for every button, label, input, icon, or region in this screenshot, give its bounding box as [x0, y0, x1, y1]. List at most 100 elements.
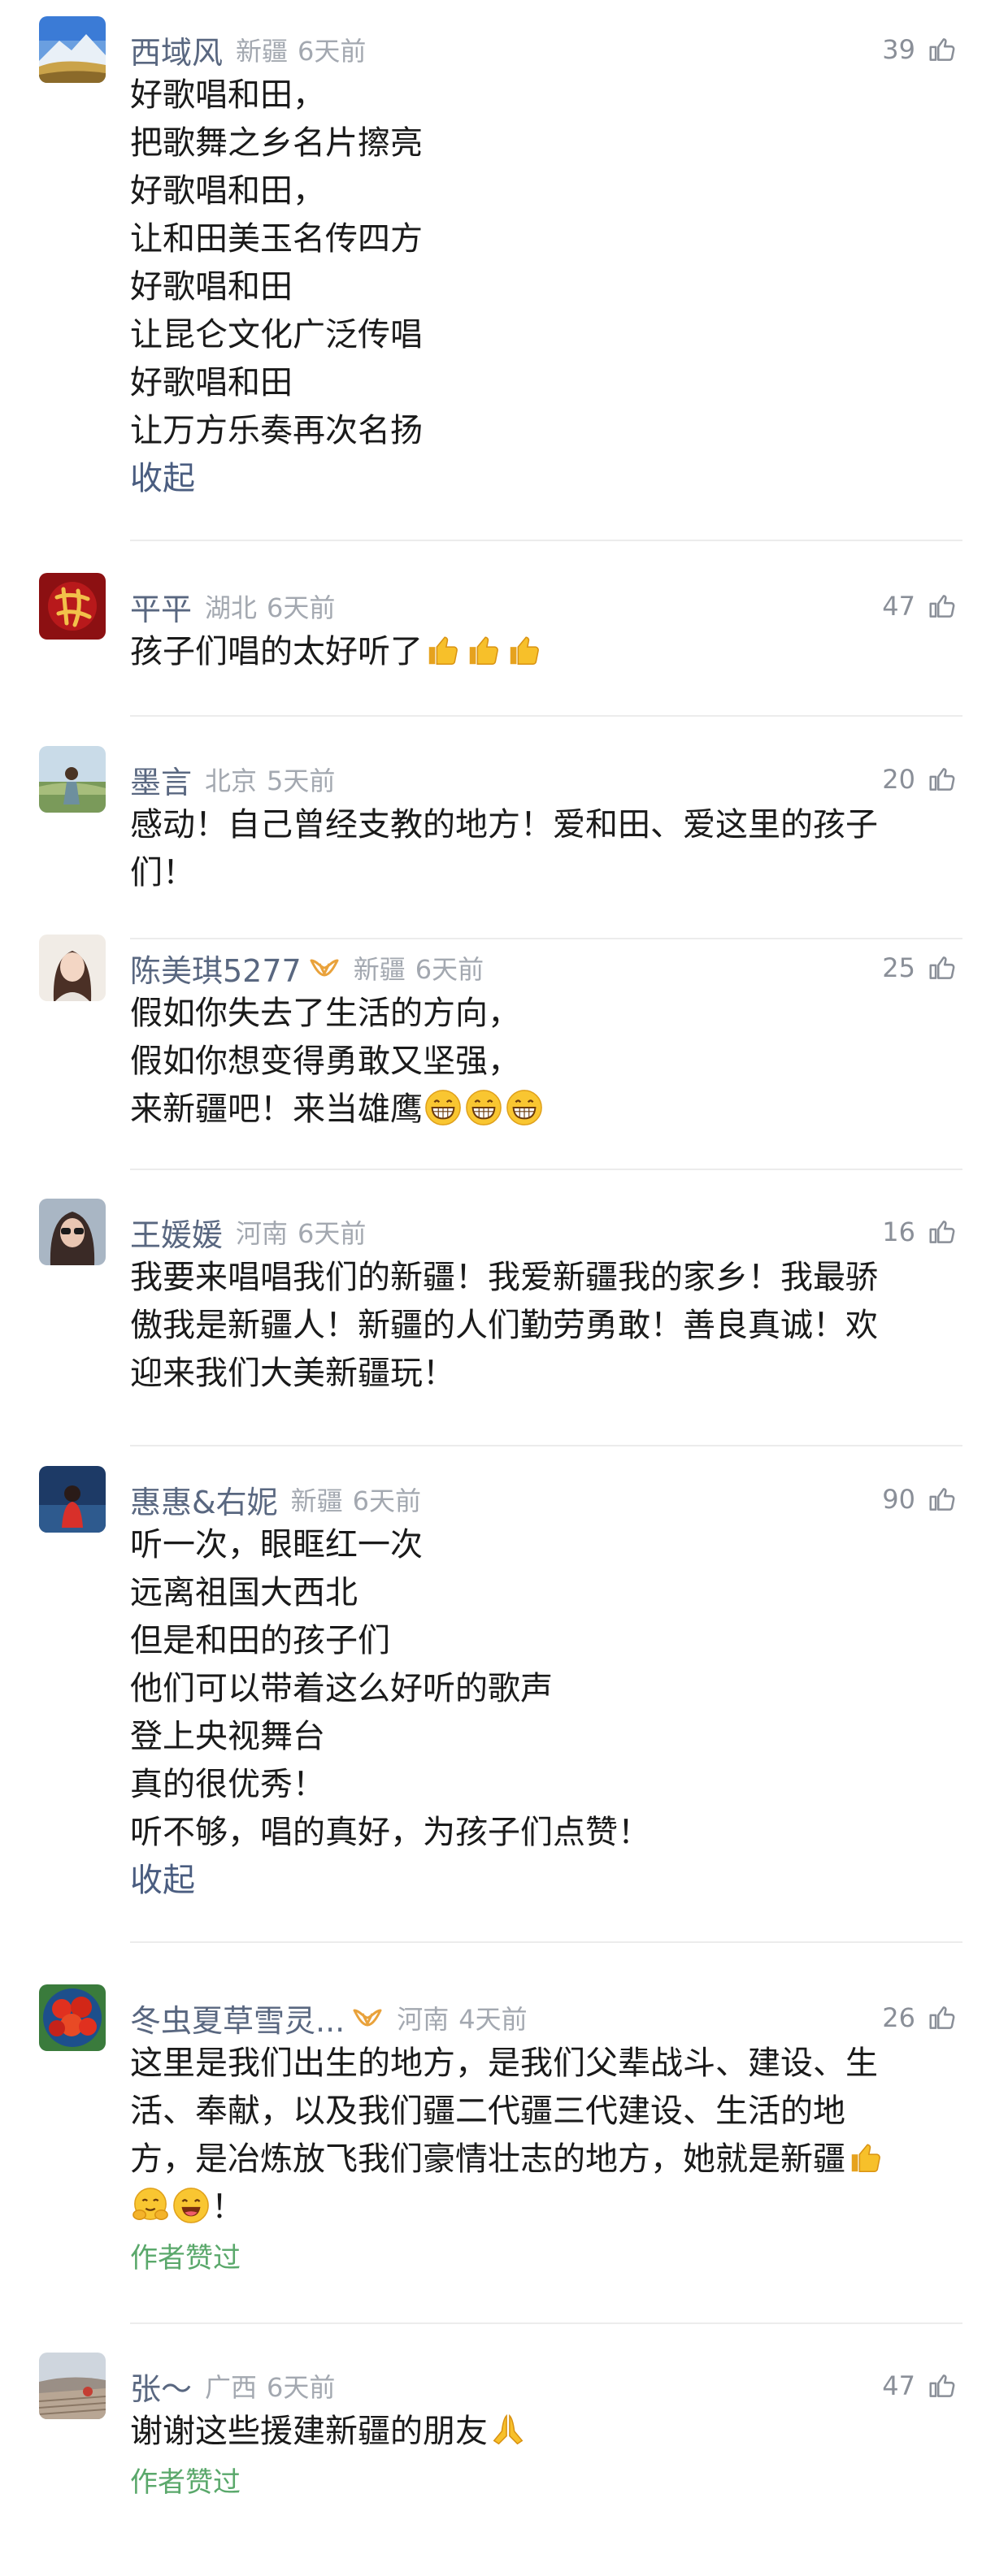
thumbs-up-icon — [927, 34, 958, 65]
thumbs-up-emoji-icon — [465, 631, 502, 669]
like-count: 25 — [882, 952, 915, 983]
comment-text: 听不够，唱的真好，为孩子们点赞！ — [130, 1814, 650, 1851]
comment-divider — [130, 2322, 962, 2324]
comment-text: 来新疆吧！来当雄鹰 — [130, 1091, 423, 1128]
pray-emoji-icon — [489, 2411, 527, 2448]
timestamp: 4天前 — [458, 2004, 528, 2035]
like-button[interactable]: 26 — [882, 2002, 958, 2033]
timestamp: 6天前 — [298, 1218, 367, 1249]
commenter-name[interactable]: 冬虫夏草雪灵... — [130, 1996, 345, 2040]
collapse-link[interactable]: 收起 — [130, 1857, 962, 1905]
location-label: 新疆 — [290, 1485, 343, 1516]
comment-line: 把歌舞之乡名片擦亮 — [130, 119, 962, 167]
comment-text: 我要来唱唱我们的新疆！我爱新疆我的家乡！我最骄 — [130, 1259, 878, 1296]
like-button[interactable]: 47 — [882, 2370, 958, 2401]
like-count: 47 — [882, 591, 915, 622]
like-button[interactable]: 47 — [882, 591, 958, 622]
comment-text: 迎来我们大美新疆玩！ — [130, 1355, 455, 1392]
location-label: 北京 — [205, 765, 258, 796]
comment-text: 孩子们唱的太好听了 — [130, 633, 423, 670]
location-label: 河南 — [397, 2004, 450, 2035]
comment-line: 方，是冶炼放飞我们豪情壮志的地方，她就是新疆 — [130, 2136, 962, 2184]
comment-body: 这里是我们出生的地方，是我们父辈战斗、建设、生 活、奉献，以及我们疆二代疆三代建设… — [130, 2040, 962, 2231]
comment-line: 好歌唱和田， — [130, 72, 962, 119]
comment-line: 假如你想变得勇敢又坚强， — [130, 1038, 962, 1086]
like-button[interactable]: 16 — [882, 1216, 958, 1247]
smile-emoji-icon — [172, 2187, 210, 2224]
commenter-name[interactable]: 西域风 — [130, 28, 223, 72]
comment-text: 真的很优秀！ — [130, 1766, 325, 1803]
commenter-name[interactable]: 平平 — [130, 584, 192, 629]
comment-text: 把歌舞之乡名片擦亮 — [130, 124, 423, 162]
avatar[interactable] — [39, 2353, 106, 2419]
thumbs-up-icon — [927, 952, 958, 983]
like-button[interactable]: 39 — [882, 34, 958, 65]
comment-line: 好歌唱和田 — [130, 359, 962, 407]
like-button[interactable]: 25 — [882, 952, 958, 983]
avatar[interactable] — [39, 1466, 106, 1533]
avatar[interactable] — [39, 1984, 106, 2051]
commenter-name[interactable]: 惠惠&右妮 — [130, 1477, 278, 1522]
comment-text: 登上央视舞台 — [130, 1718, 325, 1755]
comment-line: 感动！自己曾经支教的地方！爱和田、爱这里的孩子 — [130, 801, 962, 849]
comment-line: 这里是我们出生的地方，是我们父辈战斗、建设、生 — [130, 2040, 962, 2088]
avatar[interactable] — [39, 1199, 106, 1265]
comment-line: 好歌唱和田， — [130, 167, 962, 215]
commenter-name[interactable]: 王媛媛 — [130, 1210, 223, 1255]
comment-text: 假如你失去了生活的方向， — [130, 995, 520, 1032]
author-liked-label: 作者赞过 — [130, 2466, 241, 2499]
comment-item: 张～ 广西 6天前 47 谢谢这些援建新疆的朋友 作者赞过 — [0, 2353, 995, 2505]
thumbs-up-icon — [927, 2002, 958, 2033]
comment-line: 好歌唱和田 — [130, 263, 962, 311]
grin-emoji-icon — [424, 1089, 462, 1126]
thumbs-up-emoji-icon — [506, 631, 543, 669]
like-button[interactable]: 20 — [882, 764, 958, 795]
comment-line: 让万方乐奏再次名扬 — [130, 407, 962, 455]
comment-body: 好歌唱和田， 把歌舞之乡名片擦亮 好歌唱和田， 让和田美玉名传四方 好歌唱和田 让昆仑文化… — [130, 72, 962, 455]
comment-body: 假如你失去了生活的方向， 假如你想变得勇敢又坚强， 来新疆吧！来当雄鹰 — [130, 990, 962, 1134]
comment-text: 好歌唱和田， — [130, 172, 325, 210]
comment-text: 好歌唱和田， — [130, 76, 325, 114]
comment-divider — [130, 1445, 962, 1446]
like-count: 26 — [882, 2002, 915, 2033]
vip-badge-icon — [308, 957, 341, 978]
grin-emoji-icon — [465, 1089, 502, 1126]
commenter-name[interactable]: 张～ — [130, 2364, 192, 2409]
comment-item: 墨言 北京 5天前 20 感动！自己曾经支教的地方！爱和田、爱这里的孩子们！ — [0, 746, 995, 897]
comment-text: 们！ — [130, 854, 195, 891]
comment-line: 活、奉献，以及我们疆二代疆三代建设、生活的地 — [130, 2088, 962, 2136]
timestamp: 6天前 — [267, 592, 336, 623]
vip-badge-icon — [351, 2007, 384, 2028]
comment-text: 假如你想变得勇敢又坚强， — [130, 1043, 520, 1080]
comment-line: 我要来唱唱我们的新疆！我爱新疆我的家乡！我最骄 — [130, 1254, 962, 1302]
comment-text: 傲我是新疆人！新疆的人们勤劳勇敢！善良真诚！欢 — [130, 1307, 878, 1344]
author-liked-label: 作者赞过 — [130, 2242, 241, 2275]
comment-line: 们！ — [130, 849, 962, 897]
comment-text: 但是和田的孩子们 — [130, 1622, 390, 1659]
comment-text: 好歌唱和田 — [130, 364, 293, 401]
comment-body: 我要来唱唱我们的新疆！我爱新疆我的家乡！我最骄 傲我是新疆人！新疆的人们勤劳勇敢！… — [130, 1254, 962, 1398]
comment-line: 来新疆吧！来当雄鹰 — [130, 1086, 962, 1134]
comment-text: 他们可以带着这么好听的歌声 — [130, 1670, 553, 1707]
timestamp: 5天前 — [267, 765, 336, 796]
location-label: 广西 — [205, 2372, 258, 2403]
comment-line: 他们可以带着这么好听的歌声 — [130, 1665, 962, 1713]
avatar[interactable] — [39, 16, 106, 83]
avatar[interactable] — [39, 573, 106, 640]
comment-body: 听一次，眼眶红一次 远离祖国大西北 但是和田的孩子们他们可以带着这么好听的歌声 登上央… — [130, 1521, 962, 1857]
avatar[interactable] — [39, 746, 106, 813]
comment-divider — [130, 715, 962, 717]
comment-line: 让和田美玉名传四方 — [130, 215, 962, 263]
like-button[interactable]: 90 — [882, 1484, 958, 1515]
comment-divider — [130, 540, 962, 541]
comment-body: 感动！自己曾经支教的地方！爱和田、爱这里的孩子们！ — [130, 801, 962, 897]
commenter-name[interactable]: 陈美琪5277 — [130, 946, 302, 991]
avatar[interactable] — [39, 935, 106, 1001]
comment-text: 让万方乐奏再次名扬 — [130, 412, 423, 449]
comment-text: ！ — [211, 2188, 244, 2226]
comment-text: 远离祖国大西北 — [130, 1574, 358, 1611]
comment-text: 听一次，眼眶红一次 — [130, 1526, 423, 1563]
commenter-name[interactable]: 墨言 — [130, 757, 192, 802]
collapse-link[interactable]: 收起 — [130, 455, 962, 503]
thumbs-up-emoji-icon — [847, 2139, 884, 2176]
